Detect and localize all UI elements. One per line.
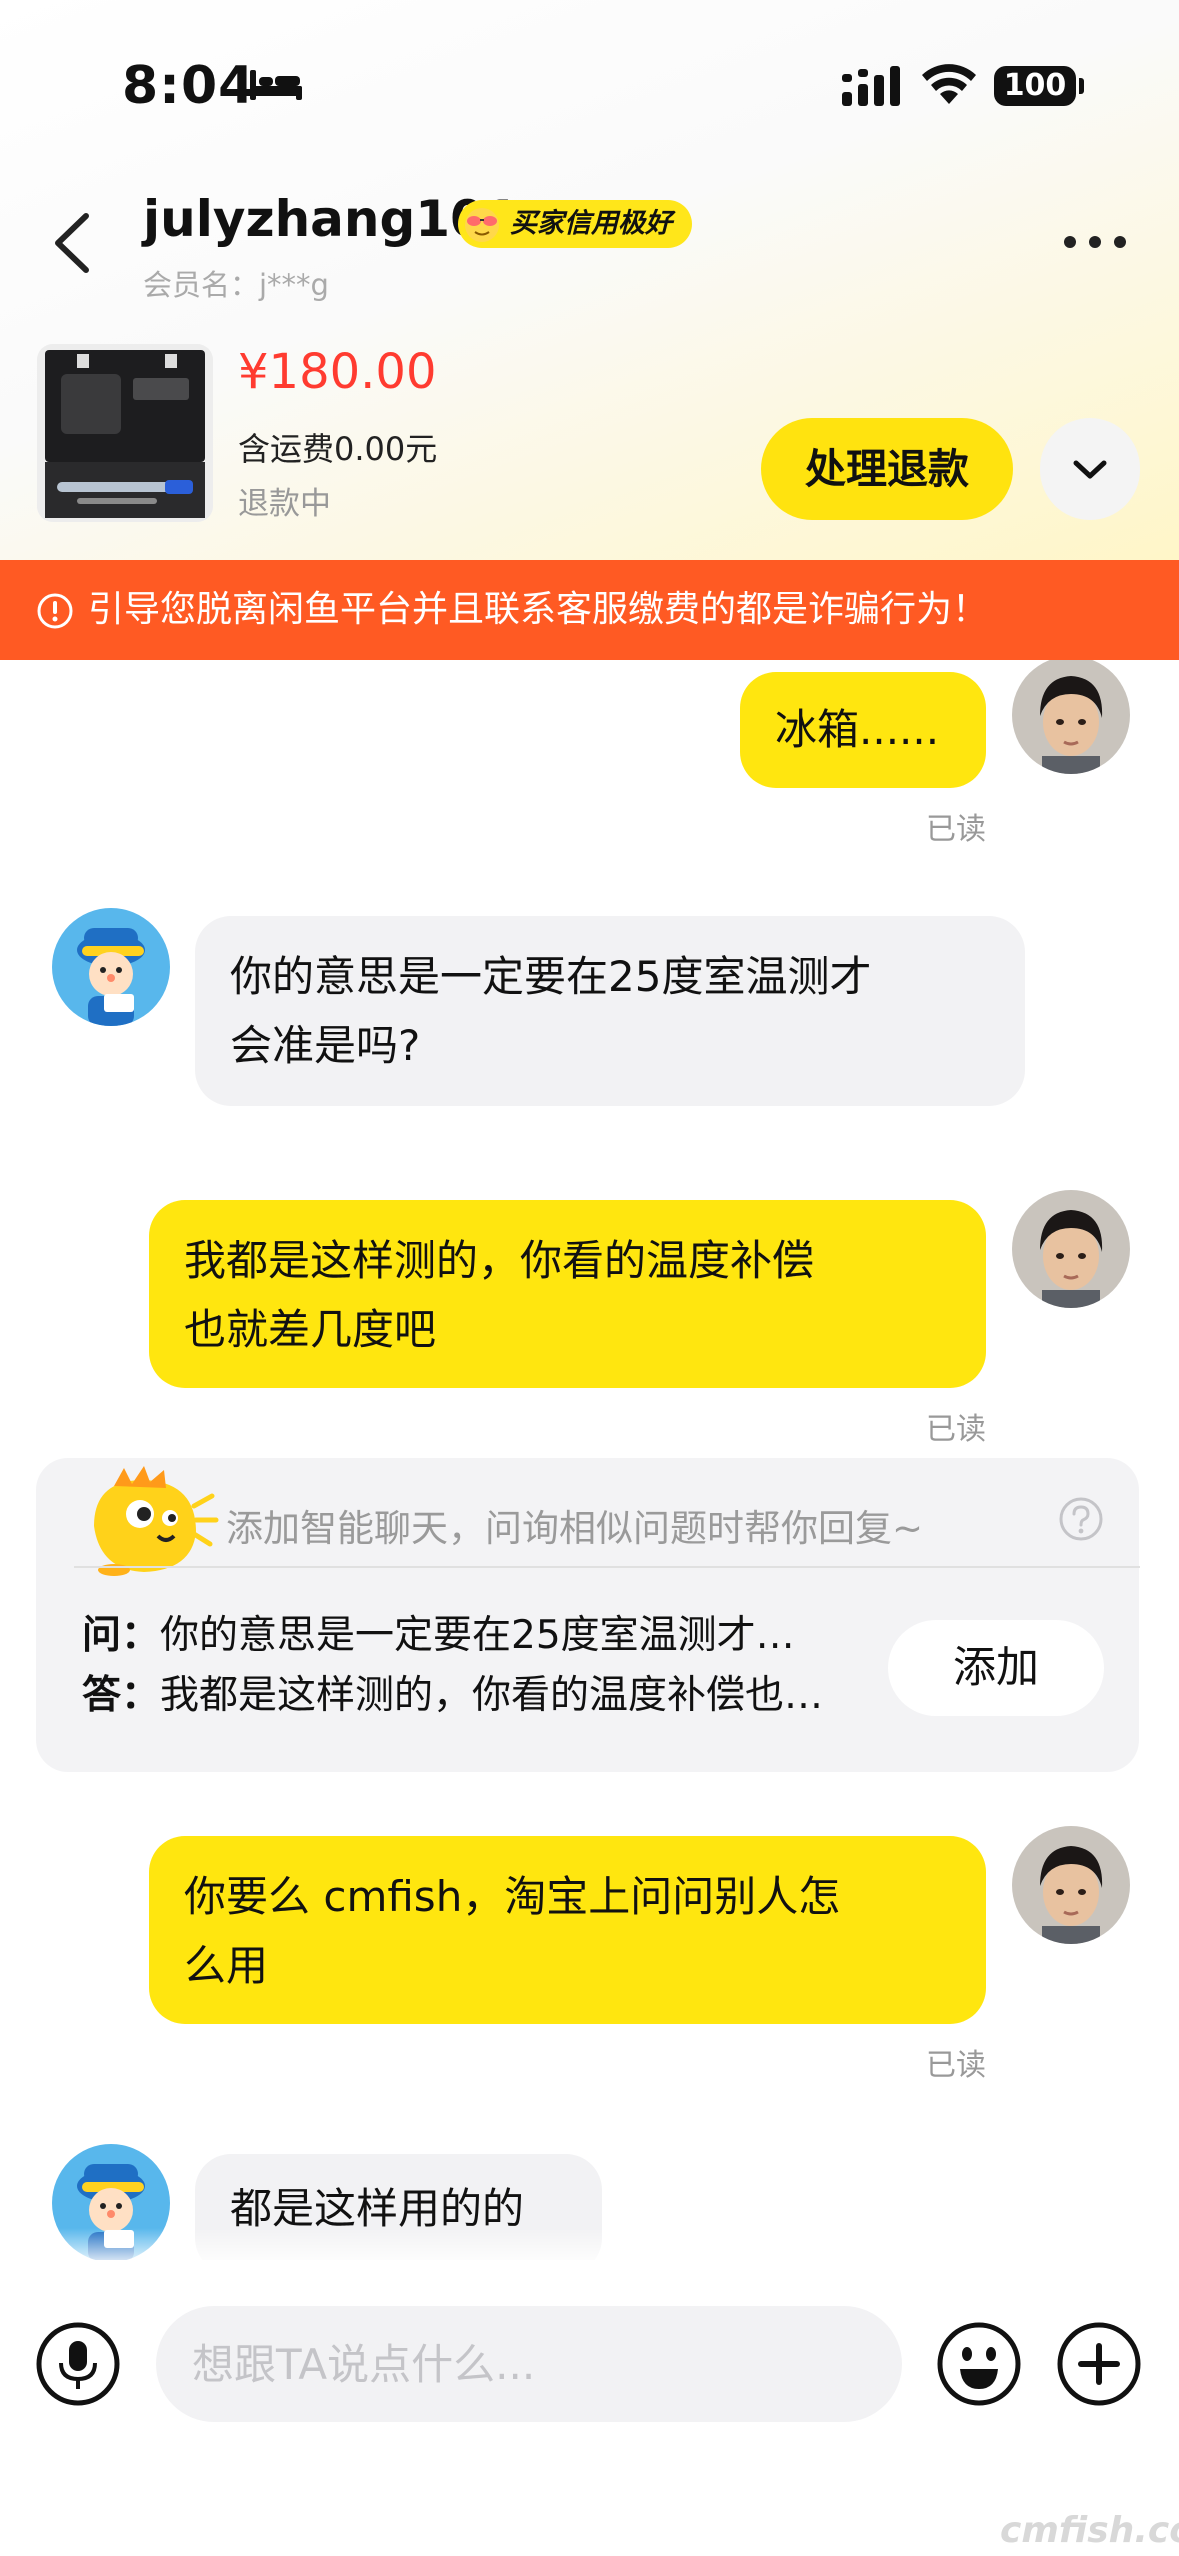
- help-icon[interactable]: [1058, 1496, 1104, 1542]
- order-status: 退款中: [238, 486, 331, 522]
- battery-indicator: 100: [994, 66, 1076, 106]
- divider: [74, 1566, 1140, 1568]
- battery-tip: [1079, 78, 1084, 94]
- smart-reply-card: 添加智能聊天，问询相似问题时帮你回复~ 问：你的意思是一定要在25度室温测才… …: [36, 1458, 1140, 1772]
- product-thumbnail[interactable]: [37, 344, 213, 522]
- product-image: [37, 344, 213, 522]
- answer-text: 我都是这样测的，你看的温度补偿也…: [160, 1673, 824, 1718]
- emoji-icon[interactable]: [936, 2321, 1022, 2407]
- product-price: ¥180.00: [238, 344, 437, 400]
- more-options-icon[interactable]: [1060, 222, 1130, 262]
- expand-order-button[interactable]: [1040, 418, 1140, 520]
- alert-circle-icon: [37, 593, 73, 629]
- chevron-down-icon: [1073, 460, 1107, 479]
- message-text-line: 我都是这样测的，你看的温度补偿: [184, 1236, 815, 1285]
- read-receipt: 已读: [926, 1412, 986, 1447]
- message-text-line: 么用: [184, 1941, 269, 1990]
- shipping-fee: 含运费0.00元: [238, 430, 438, 468]
- handle-refund-button[interactable]: 处理退款: [761, 418, 1013, 520]
- credit-badge: 买家信用极好: [458, 200, 692, 248]
- read-receipt: 已读: [926, 2048, 986, 2083]
- message-text: 冰箱......: [775, 705, 940, 754]
- question-text: 你的意思是一定要在25度室温测才…: [160, 1613, 795, 1658]
- user-photo: [1012, 660, 1130, 774]
- answer-row: 答：我都是这样测的，你看的温度补偿也…: [82, 1664, 823, 1720]
- cellular-signal-icon: [842, 66, 900, 106]
- question-row: 问：你的意思是一定要在25度室温测才…: [82, 1604, 795, 1660]
- bed-icon: [250, 70, 302, 100]
- message-bubble-received[interactable]: 你的意思是一定要在25度室温测才 会准是吗?: [195, 916, 1025, 1106]
- warning-text: 引导您脱离闲鱼平台并且联系客服缴费的都是诈骗行为！: [88, 589, 989, 630]
- message-text: 都是这样用的的: [230, 2184, 525, 2233]
- my-avatar[interactable]: [1012, 1190, 1130, 1308]
- message-text-line: 你的意思是一定要在25度室温测才: [230, 952, 872, 1001]
- contact-avatar[interactable]: [52, 908, 170, 1026]
- fish-mascot-icon: [94, 1466, 219, 1576]
- sunglasses-emoji-icon: [465, 208, 499, 242]
- user-photo: [1012, 1826, 1130, 1944]
- add-smart-reply-button[interactable]: 添加: [888, 1620, 1104, 1716]
- message-bubble-sent[interactable]: 冰箱......: [740, 672, 986, 788]
- message-input[interactable]: [156, 2306, 902, 2422]
- message-text-line: 你要么 cmfish，淘宝上问问别人怎: [184, 1872, 841, 1921]
- question-label: 问：: [82, 1613, 161, 1658]
- wifi-icon: [922, 64, 976, 104]
- message-bubble-sent[interactable]: 你要么 cmfish，淘宝上问问别人怎 么用: [149, 1836, 986, 2024]
- back-arrow-icon[interactable]: [48, 210, 98, 276]
- smart-reply-tip: 添加智能聊天，问询相似问题时帮你回复~: [226, 1507, 924, 1550]
- watermark: cmfish.com: [1000, 2510, 1179, 2551]
- cartoon-avatar: [52, 908, 170, 1026]
- message-text-line: 会准是吗?: [230, 1021, 421, 1070]
- credit-badge-label: 买家信用极好: [510, 208, 672, 239]
- my-avatar[interactable]: [1012, 1826, 1130, 1944]
- my-avatar[interactable]: [1012, 660, 1130, 774]
- read-receipt: 已读: [926, 812, 986, 847]
- member-name: 会员名：j***g: [143, 268, 329, 302]
- plus-icon[interactable]: [1056, 2321, 1142, 2407]
- status-bar: 8:04 100: [0, 0, 1179, 170]
- answer-label: 答：: [82, 1673, 161, 1718]
- microphone-icon[interactable]: [35, 2321, 121, 2407]
- fraud-warning-banner: 引导您脱离闲鱼平台并且联系客服缴费的都是诈骗行为！: [0, 560, 1179, 660]
- chat-list[interactable]: 冰箱...... 已读 你的意思是一定要在25度室温测才 会准是吗? 我都是这样…: [0, 660, 1179, 2260]
- message-text-line: 也就差几度吧: [184, 1305, 437, 1354]
- status-time: 8:04: [122, 56, 256, 116]
- user-photo: [1012, 1190, 1130, 1308]
- message-bubble-sent[interactable]: 我都是这样测的，你看的温度补偿 也就差几度吧: [149, 1200, 986, 1388]
